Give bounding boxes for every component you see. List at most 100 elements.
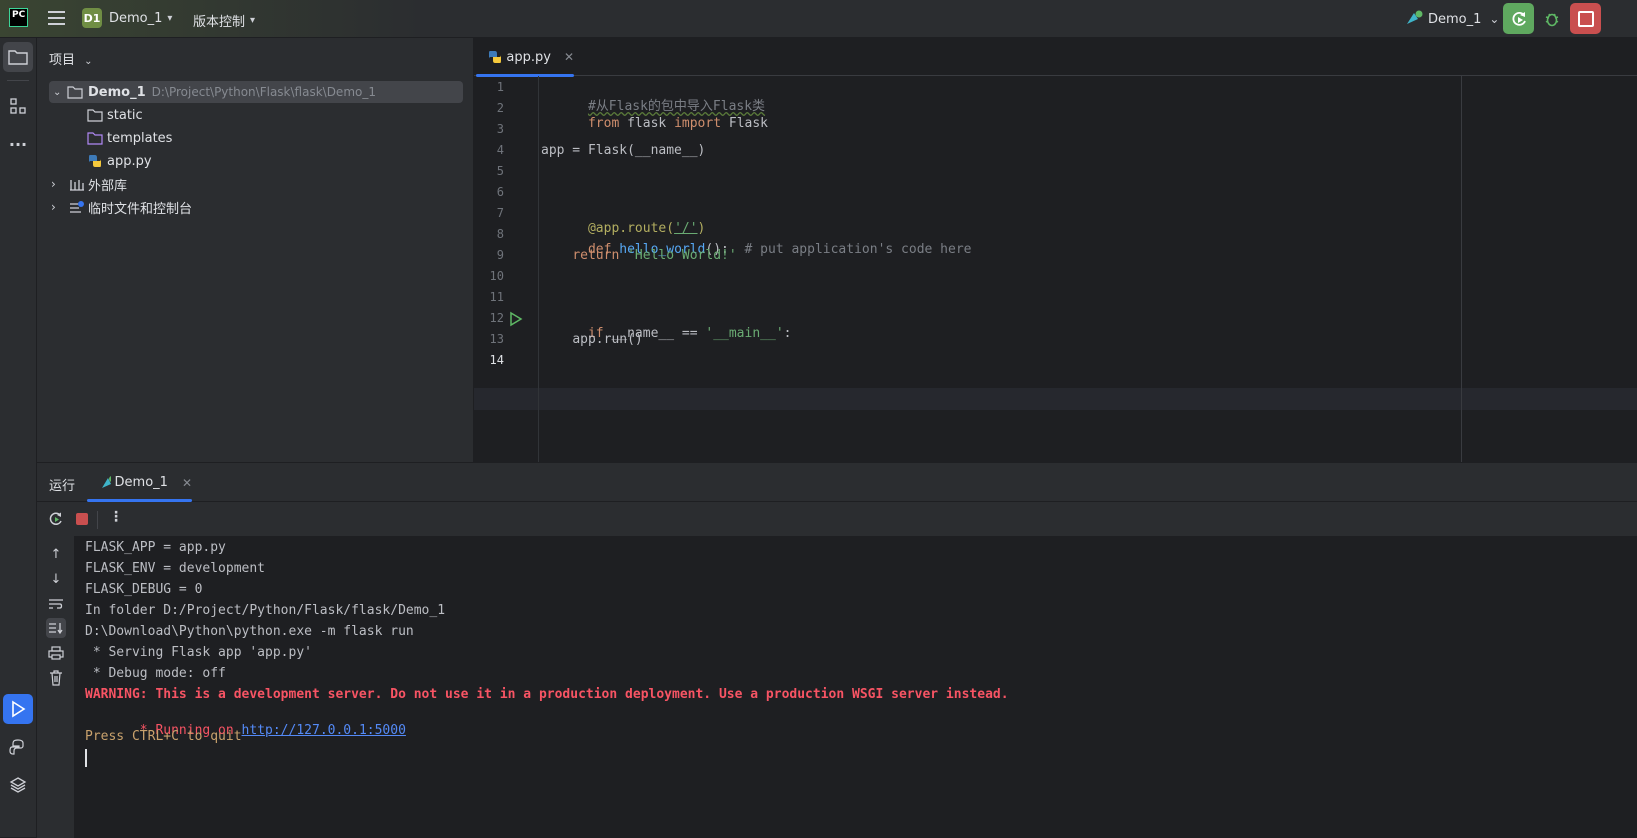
tree-item-label: 临时文件和控制台 <box>88 201 193 217</box>
scroll-down-icon[interactable]: ↓ <box>46 569 66 589</box>
title-bar: PC D1 Demo_1 ▾ 版本控制 ▾ Demo_1 ⌄ <box>0 0 1637 38</box>
line-number: 12 <box>489 311 504 325</box>
print-icon[interactable] <box>46 643 66 663</box>
tree-item-static[interactable]: static <box>87 104 143 126</box>
debug-button[interactable] <box>1536 3 1567 34</box>
current-line-highlight <box>474 388 1637 410</box>
tree-item-external-libs[interactable]: › 外部库 <box>51 173 127 195</box>
services-button[interactable] <box>3 770 33 800</box>
structure-icon <box>10 98 26 114</box>
project-panel-header[interactable]: 项目 ⌄ <box>49 49 93 68</box>
python-console-button[interactable] <box>3 732 33 762</box>
run-tab-demo1[interactable]: Demo_1 ✕ <box>87 463 192 502</box>
vcs-menu[interactable]: 版本控制 ▾ <box>193 11 255 30</box>
run-panel: 运行 Demo_1 ✕ ⋮ ↑ ↓ FLASK_APP = app.py FLA… <box>37 462 1637 838</box>
library-icon <box>70 180 84 191</box>
console-output[interactable]: FLASK_APP = app.py FLASK_ENV = developme… <box>74 536 1637 838</box>
stop-icon[interactable] <box>76 513 88 525</box>
main-menu-icon[interactable] <box>48 11 65 25</box>
toolbar-divider <box>97 511 98 529</box>
line-number: 8 <box>496 227 504 241</box>
tree-item-templates[interactable]: templates <box>87 127 172 149</box>
chevron-down-icon: ⌄ <box>1489 12 1500 26</box>
tree-item-app-py[interactable]: app.py <box>87 150 152 172</box>
console-side-toolbar: ↑ ↓ <box>37 536 74 838</box>
console-line: * Serving Flask app 'app.py' <box>85 645 312 660</box>
tool-window-strip: ··· <box>0 38 37 837</box>
project-switcher[interactable]: D1 Demo_1 ▾ <box>82 8 172 28</box>
tree-item-label: templates <box>107 130 173 146</box>
line-number: 6 <box>496 185 504 199</box>
python-console-icon <box>9 739 24 755</box>
rerun-button[interactable] <box>1503 3 1534 34</box>
chevron-down-icon: ⌄ <box>53 86 62 98</box>
flask-config-icon <box>1407 10 1423 24</box>
structure-tool-button[interactable] <box>3 91 33 121</box>
scroll-to-end-icon[interactable] <box>46 618 66 638</box>
templates-folder-icon <box>87 132 103 145</box>
python-file-icon <box>89 155 101 167</box>
project-name: Demo_1 <box>109 10 163 26</box>
root-folder-name: Demo_1 <box>88 84 146 100</box>
code-line: app = Flask(__name__) <box>541 143 706 158</box>
trash-icon[interactable] <box>46 668 66 688</box>
chevron-down-icon: ▾ <box>167 12 173 24</box>
server-url-link[interactable]: http://127.0.0.1:5000 <box>242 723 406 738</box>
tree-root-demo1[interactable]: ⌄ Demo_1 D:\Project\Python\Flask\flask\D… <box>49 81 463 103</box>
folder-icon <box>67 86 83 99</box>
soft-wrap-icon[interactable] <box>46 594 66 614</box>
run-config-name: Demo_1 <box>1428 11 1482 27</box>
root-folder-path: D:\Project\Python\Flask\flask\Demo_1 <box>151 85 376 99</box>
folder-icon <box>8 50 28 65</box>
run-icon <box>12 700 26 718</box>
close-icon[interactable]: ✕ <box>182 476 192 490</box>
gutter-run-icon[interactable] <box>509 311 523 327</box>
chevron-down-icon: ▾ <box>250 15 256 26</box>
line-number: 5 <box>496 164 504 178</box>
more-options-icon[interactable]: ⋮ <box>109 509 123 525</box>
chevron-right-icon: › <box>51 177 56 191</box>
line-number-current: 14 <box>489 353 504 367</box>
line-number-gutter: 1 2 3 4 5 6 7 8 9 10 11 12 13 14 <box>474 76 539 462</box>
python-file-icon <box>489 51 501 63</box>
tab-label: app.py <box>506 49 551 65</box>
project-panel-title: 项目 <box>49 53 76 68</box>
console-line: D:\Download\Python\python.exe -m flask r… <box>85 624 414 639</box>
stop-button[interactable] <box>1570 3 1601 34</box>
more-tools-icon[interactable]: ··· <box>3 129 33 159</box>
code-line: from flask import Flask <box>587 116 769 131</box>
editor-tab-bar: app.py ✕ <box>474 38 1637 77</box>
line-number: 10 <box>489 269 504 283</box>
project-panel: 项目 ⌄ ⌄ Demo_1 D:\Project\Python\Flask\fl… <box>37 38 474 462</box>
strip-divider <box>7 80 29 81</box>
run-tool-button[interactable] <box>3 694 33 724</box>
code-line: app.run() <box>572 332 643 347</box>
stop-icon <box>1577 10 1594 27</box>
run-tab-label: Demo_1 <box>114 475 168 490</box>
flask-config-icon <box>102 475 111 488</box>
project-tool-button[interactable] <box>3 42 33 72</box>
text-cursor <box>85 749 87 767</box>
console-line: FLASK_ENV = development <box>85 561 266 576</box>
line-number: 1 <box>496 80 504 94</box>
pycharm-logo-icon[interactable]: PC <box>9 8 28 27</box>
console-line: FLASK_APP = app.py <box>85 540 226 555</box>
code-editor: app.py ✕ 1 2 3 4 5 6 7 8 9 10 11 12 13 1… <box>474 38 1637 462</box>
line-number: 13 <box>489 332 504 346</box>
tree-item-label: 外部库 <box>88 178 128 194</box>
line-number: 9 <box>496 248 504 262</box>
run-config-selector[interactable]: Demo_1 ⌄ <box>1404 10 1499 28</box>
run-panel-title: 运行 <box>49 479 76 494</box>
layers-icon <box>9 777 27 793</box>
project-badge: D1 <box>82 8 102 28</box>
tab-app-py[interactable]: app.py ✕ <box>474 38 574 77</box>
console-line: * Debug mode: off <box>85 666 226 681</box>
close-icon[interactable]: ✕ <box>564 50 574 64</box>
line-number: 4 <box>496 143 504 157</box>
rerun-icon[interactable] <box>48 511 64 527</box>
code-line: return 'Hello World!' <box>572 248 737 263</box>
scroll-up-icon[interactable]: ↑ <box>46 544 66 564</box>
chevron-right-icon: › <box>51 200 56 214</box>
tree-item-label: static <box>107 107 143 123</box>
tree-item-scratches[interactable]: › 临时文件和控制台 <box>51 196 192 218</box>
